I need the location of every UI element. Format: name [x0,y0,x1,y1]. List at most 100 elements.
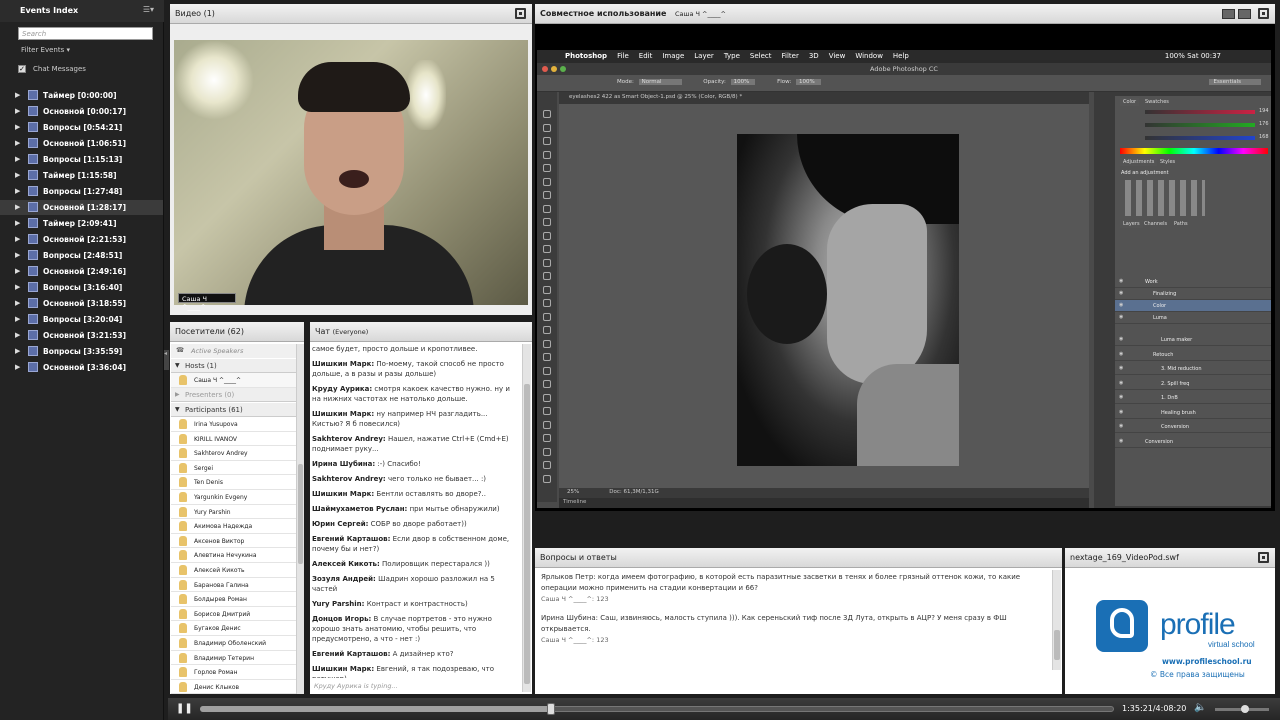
paths-tab[interactable]: Paths [1171,220,1191,228]
participant-row[interactable]: Борисов Дмитрий [171,607,296,622]
red-slider[interactable] [1145,110,1255,114]
eye-icon[interactable]: ◉ [1119,394,1123,400]
eye-icon[interactable]: ◉ [1119,409,1123,415]
ps-menu-item[interactable]: Edit [639,52,653,60]
event-item[interactable]: ▶ Основной [3:21:53] [0,328,163,343]
hosts-section[interactable]: ▼ Hosts (1) [171,359,296,373]
triangle-right-icon[interactable]: ▶ [15,203,20,211]
event-item[interactable]: ▶ Основной [3:36:04] [0,360,163,375]
ps-tool-icon[interactable] [543,245,551,253]
event-item[interactable]: ▶ Основной [0:00:17] [0,104,163,119]
ps-tool-icon[interactable] [543,420,551,429]
eye-icon[interactable]: ◉ [1119,336,1123,342]
ps-menu-item[interactable]: Help [893,52,909,60]
swatches-tab[interactable]: Swatches [1142,98,1172,106]
ps-doc-tab[interactable]: eyelashes2 422 as Smart Object-1.psd @ 2… [559,92,1089,104]
triangle-right-icon[interactable]: ▶ [15,139,20,147]
color-tab[interactable]: Color [1120,98,1140,106]
event-item[interactable]: ▶ Вопросы [1:27:48] [0,184,163,199]
channels-tab[interactable]: Channels [1141,220,1170,228]
event-item[interactable]: ▶ Вопросы [2:48:51] [0,248,163,263]
participant-row[interactable]: Акимова Надежда [171,519,296,534]
ps-tool-icon[interactable] [543,447,551,456]
event-item[interactable]: ▶ Вопросы [3:16:40] [0,280,163,295]
ps-tool-icon[interactable] [543,137,551,145]
volume-handle[interactable] [1240,705,1249,713]
participant-row[interactable]: Yargunkin Evgeny [171,490,296,505]
participant-row[interactable]: Аксенов Виктор [171,534,296,549]
participant-row[interactable]: Бугаков Денис [171,621,296,636]
event-item[interactable]: ▶ Вопросы [0:54:21] [0,120,163,135]
g-value[interactable]: 176 [1259,121,1269,127]
ps-menu-item[interactable]: Window [855,52,883,60]
search-input[interactable]: Search [18,27,153,40]
layer-row[interactable]: ◉ Color [1115,300,1271,312]
layout-icon[interactable] [1238,9,1251,19]
participant-row[interactable]: Irina Yusupova [171,417,296,432]
event-item[interactable]: ▶ Основной [2:49:16] [0,264,163,279]
ps-menu-item[interactable]: View [829,52,846,60]
triangle-right-icon[interactable]: ▶ [15,299,20,307]
layer-row[interactable]: ◉ 3. Mid reduction [1115,363,1271,375]
layer-row[interactable]: ◉ Work [1115,276,1271,288]
participant-row[interactable]: Sakhterov Andrey [171,446,296,461]
eye-icon[interactable]: ◉ [1119,314,1123,320]
scroll-thumb[interactable] [298,464,303,564]
layers-tab[interactable]: Layers [1120,220,1143,228]
ps-tool-icon[interactable] [543,110,551,118]
visitors-scrollbar[interactable] [296,344,304,694]
participant-row[interactable]: Ten Denis [171,475,296,490]
event-item[interactable]: ▶ Таймер [1:15:58] [0,168,163,183]
triangle-right-icon[interactable]: ▶ [15,363,20,371]
ps-tool-icon[interactable] [543,339,551,348]
event-item[interactable]: ▶ Таймер [2:09:41] [0,216,163,231]
ps-tool-icon[interactable] [543,204,551,213]
triangle-right-icon[interactable]: ▶ [15,219,20,227]
triangle-right-icon[interactable]: ▶ [15,171,20,179]
zoom-dot-icon[interactable] [560,66,566,72]
triangle-right-icon[interactable]: ▶ [15,331,20,339]
triangle-right-icon[interactable]: ▶ [15,107,20,115]
layout-icon[interactable] [1222,9,1235,19]
b-value[interactable]: 168 [1259,134,1269,140]
ps-tool-icon[interactable] [543,299,551,307]
participant-row[interactable]: Алевтина Нечукина [171,548,296,563]
triangle-right-icon[interactable]: ▶ [15,283,20,291]
mode-select[interactable]: Normal [638,79,682,85]
blue-slider[interactable] [1145,136,1255,140]
eye-icon[interactable]: ◉ [1119,380,1123,386]
participant-row[interactable]: Владимир Оболенский [171,636,296,651]
layer-row[interactable]: ◉ Conversion [1115,436,1271,448]
triangle-right-icon[interactable]: ▶ [15,251,20,259]
color-ramp[interactable] [1120,148,1268,154]
ps-menu-item[interactable]: File [617,52,629,60]
participant-row[interactable]: Болдырев Роман [171,592,296,607]
triangle-right-icon[interactable]: ▶ [15,347,20,355]
layer-row[interactable]: ◉ Conversion [1115,421,1271,433]
ps-tool-icon[interactable] [543,380,551,388]
ps-tool-icon[interactable] [543,258,551,267]
expand-icon[interactable] [1258,8,1269,19]
scroll-thumb[interactable] [524,384,530,684]
eye-icon[interactable]: ◉ [1119,438,1123,444]
participant-row[interactable]: Sergei [171,461,296,476]
minimize-dot-icon[interactable] [551,66,557,72]
ps-tool-icon[interactable] [543,353,551,361]
eye-icon[interactable]: ◉ [1119,423,1123,429]
ps-tool-icon[interactable] [543,285,551,294]
ps-tool-icon[interactable] [543,231,551,240]
collapse-panel-handle[interactable]: ◂ [164,350,169,370]
ps-tool-icon[interactable] [543,272,551,280]
ps-tool-icon[interactable] [543,474,551,483]
close-dot-icon[interactable] [542,66,548,72]
event-item[interactable]: ▶ Вопросы [3:35:59] [0,344,163,359]
event-item[interactable]: ▶ Вопросы [1:15:13] [0,152,163,167]
participant-row[interactable]: Денис Клыков [171,680,296,695]
layer-row[interactable]: ◉ Retouch [1115,349,1271,361]
ps-menu-item[interactable]: Filter [782,52,799,60]
presenters-section[interactable]: ▶ Presenters (0) [171,388,296,402]
triangle-right-icon[interactable]: ▶ [15,267,20,275]
ps-menu-item[interactable]: Type [724,52,740,60]
ps-tool-icon[interactable] [543,164,551,172]
eye-icon[interactable]: ◉ [1119,290,1123,296]
